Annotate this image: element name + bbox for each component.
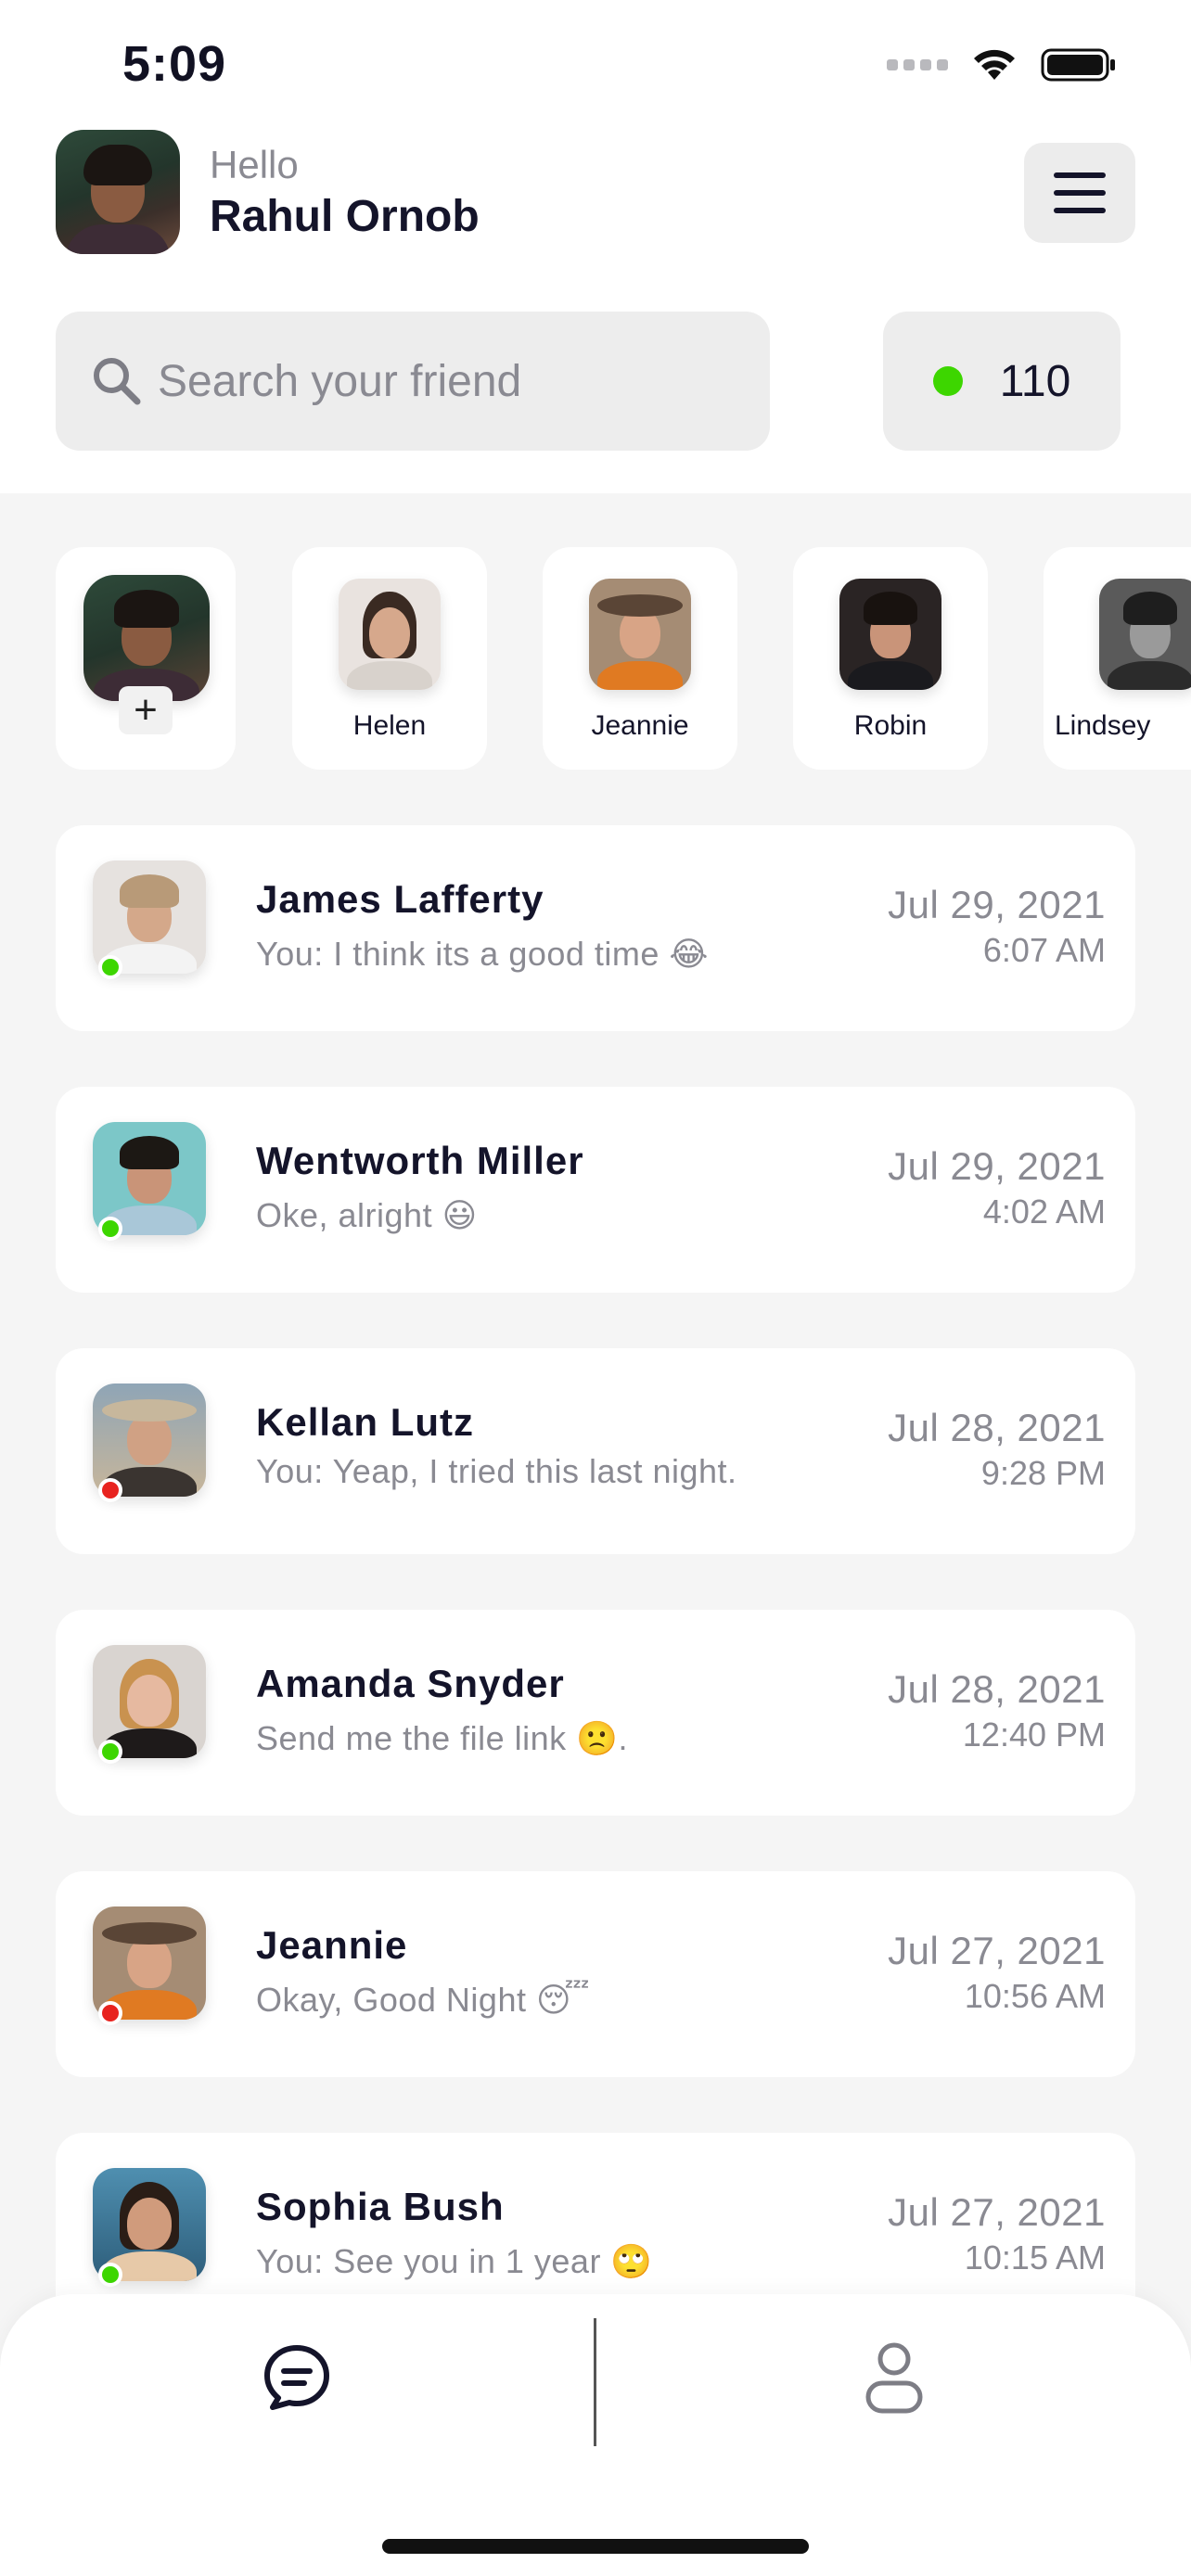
chat-item[interactable]: Amanda Snyder Send me the file link 🙁. J… [56,1610,1135,1816]
story-name: Helen [352,710,427,741]
online-count-value: 110 [999,356,1071,406]
online-status-icon [932,366,963,396]
last-message: You: I think its a good time 😂 [256,935,709,973]
contact-name: James Lafferty [256,877,544,921]
nav-divider [594,2318,596,2446]
contact-name: Jeannie [256,1923,408,1967]
message-time: 12:40 PM [962,1715,1106,1753]
offline-status-icon [98,2001,122,2025]
add-story-button[interactable]: + [119,686,173,734]
online-status-icon [98,1217,122,1241]
story-avatar [589,579,691,690]
last-message: You: See you in 1 year 🙄 [256,2242,653,2280]
chat-home-screen: 5:09 Hello Rahul Ornob Search your frien… [0,0,1191,2576]
contact-name: Sophia Bush [256,2185,505,2228]
message-time: 4:02 AM [982,1192,1106,1231]
message-date: Jul 29, 2021 [888,883,1106,926]
user-avatar[interactable] [56,130,180,254]
my-story-avatar [83,575,210,701]
message-time: 10:56 AM [964,1977,1106,2015]
cellular-signal-icon [887,59,948,70]
chat-item[interactable]: James Lafferty You: I think its a good t… [56,825,1135,1031]
chat-item[interactable]: Kellan Lutz You: Yeap, I tried this last… [56,1348,1135,1554]
bottom-navigation [0,2294,1191,2576]
message-time: 9:28 PM [980,1454,1106,1492]
online-status-icon [98,2263,122,2287]
home-indicator [382,2539,809,2554]
story-name: Lindsey [1055,710,1151,741]
story-card-jeannie[interactable]: Jeannie [543,547,737,770]
last-message: Send me the file link 🙁. [256,1719,629,1757]
message-time: 6:07 AM [982,931,1106,969]
story-card-lindsey[interactable]: Lindsey [1044,547,1191,770]
username-text: Rahul Ornob [210,192,480,241]
battery-icon [1041,48,1115,82]
last-message: You: Yeap, I tried this last night. [256,1452,737,1490]
chat-item[interactable]: Jeannie Okay, Good Night 😴 Jul 27, 2021 … [56,1871,1135,2077]
wifi-icon [974,49,1015,80]
online-status-icon [98,1740,122,1764]
profile-icon[interactable] [859,2340,929,2417]
message-date: Jul 27, 2021 [888,2190,1106,2234]
online-status-icon [98,955,122,979]
status-icons [887,46,1117,83]
message-date: Jul 28, 2021 [888,1667,1106,1711]
story-card-robin[interactable]: Robin [793,547,988,770]
add-story-card[interactable]: + [56,547,236,770]
message-time: 10:15 AM [964,2238,1106,2276]
chat-icon[interactable] [262,2342,332,2413]
contact-name: Amanda Snyder [256,1662,565,1705]
story-card-helen[interactable]: Helen [292,547,487,770]
story-avatar [1099,579,1191,690]
chat-item[interactable]: Wentworth Miller Oke, alright 😃 Jul 29, … [56,1087,1135,1293]
story-row: + Helen Jeannie Robin Lindsey [56,547,1191,770]
menu-button[interactable] [1024,143,1135,243]
story-avatar [839,579,941,690]
message-date: Jul 28, 2021 [888,1406,1106,1449]
story-name: Jeannie [591,710,689,741]
search-bar[interactable] [56,312,770,451]
contact-name: Wentworth Miller [256,1139,584,1182]
offline-status-icon [98,1478,122,1502]
message-date: Jul 27, 2021 [888,1929,1106,1972]
last-message: Okay, Good Night 😴 [256,1981,591,2019]
story-name: Robin [853,710,928,741]
greeting-text: Hello [210,143,299,186]
message-date: Jul 29, 2021 [888,1144,1106,1188]
last-message: Oke, alright 😃 [256,1196,478,1234]
contact-name: Kellan Lutz [256,1400,475,1444]
search-icon [94,358,141,405]
hamburger-menu-icon [1054,172,1106,213]
search-input[interactable] [158,355,751,407]
status-time: 5:09 [122,36,227,92]
online-count-badge[interactable]: 110 [883,312,1121,451]
story-avatar [339,579,441,690]
